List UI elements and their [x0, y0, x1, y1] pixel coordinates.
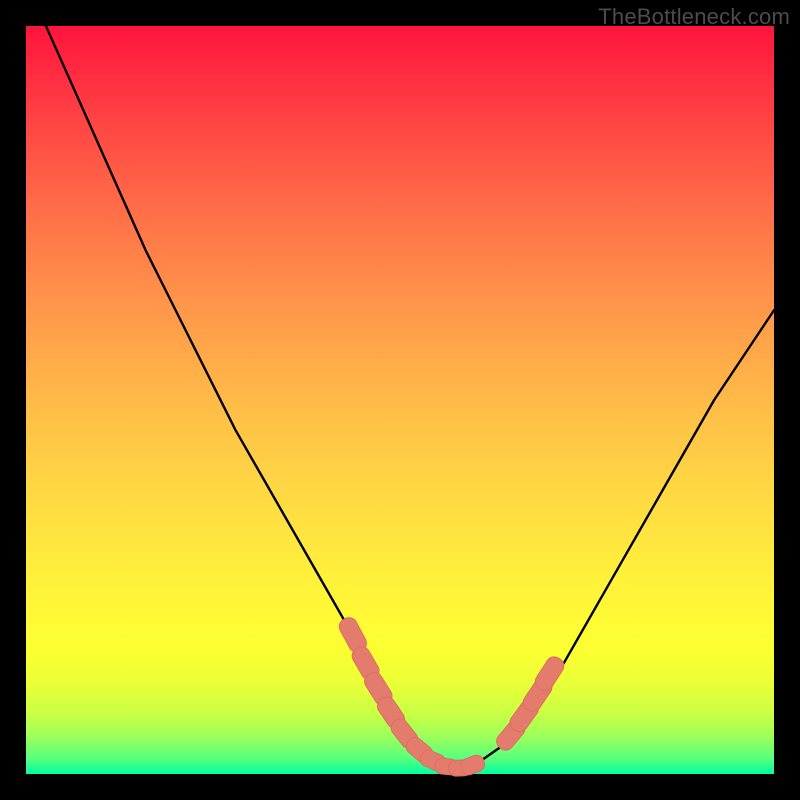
curve-layer	[26, 0, 774, 769]
chart-svg	[26, 26, 774, 774]
marker-layer	[337, 615, 567, 777]
bottleneck-curve	[26, 0, 774, 769]
curve-marker	[532, 654, 567, 694]
